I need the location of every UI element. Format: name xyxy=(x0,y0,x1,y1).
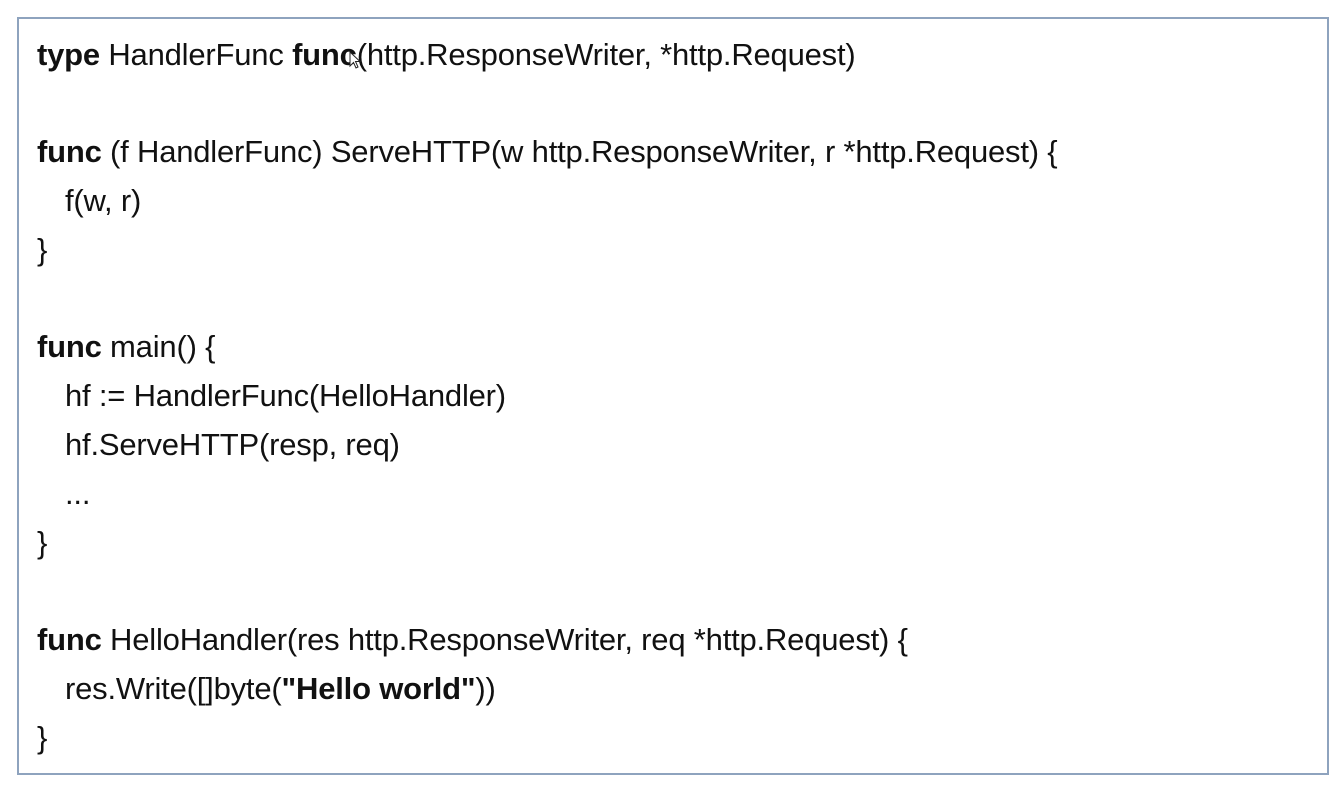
code-box: type HandlerFunc func(http.ResponseWrite… xyxy=(17,17,1329,775)
code-text: HandlerFunc xyxy=(99,37,293,72)
keyword: func xyxy=(292,37,357,72)
code-text: (f HandlerFunc) ServeHTTP(w http.Respons… xyxy=(101,134,1058,169)
code-line-close-brace: } xyxy=(37,230,47,270)
code-text: HelloHandler(res http.ResponseWriter, re… xyxy=(101,622,908,657)
code-text: f(w, r) xyxy=(65,183,142,218)
code-text: hf.ServeHTTP(resp, req) xyxy=(65,427,400,462)
mouse-pointer-icon xyxy=(349,51,361,69)
keyword: func xyxy=(37,134,102,169)
keyword: func xyxy=(37,622,102,657)
code-text: res.Write([]byte( xyxy=(65,671,282,706)
code-text: ... xyxy=(65,476,91,511)
code-line-main-sig: func main() { xyxy=(37,327,215,367)
code-text: hf := HandlerFunc(HelloHandler) xyxy=(65,378,506,413)
code-line-main-ellipsis: ... xyxy=(65,474,90,514)
code-line-main-serve: hf.ServeHTTP(resp, req) xyxy=(65,425,400,465)
code-text: } xyxy=(37,232,48,267)
code-line-close-brace: } xyxy=(37,523,47,563)
code-text: } xyxy=(37,525,48,560)
code-text: } xyxy=(37,720,48,755)
code-line-main-hf: hf := HandlerFunc(HelloHandler) xyxy=(65,376,506,416)
code-line-type-decl: type HandlerFunc func(http.ResponseWrite… xyxy=(37,35,856,75)
code-line-hellohandler-sig: func HelloHandler(res http.ResponseWrite… xyxy=(37,620,908,660)
code-line-servehttp-body: f(w, r) xyxy=(65,181,141,221)
keyword: type xyxy=(37,37,100,72)
string-literal: "Hello world" xyxy=(281,671,476,706)
code-text: main() { xyxy=(101,329,216,364)
code-text: )) xyxy=(475,671,496,706)
code-line-servehttp-sig: func (f HandlerFunc) ServeHTTP(w http.Re… xyxy=(37,132,1058,172)
code-line-close-brace: } xyxy=(37,718,47,758)
code-text: (http.ResponseWriter, *http.Request) xyxy=(356,37,856,72)
keyword: func xyxy=(37,329,102,364)
code-line-hellohandler-body: res.Write([]byte("Hello world")) xyxy=(65,669,496,709)
